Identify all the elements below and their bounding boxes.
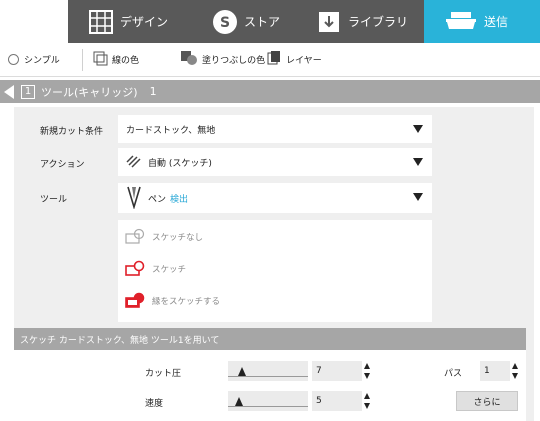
grid-icon xyxy=(88,9,114,35)
tool-value: ペン xyxy=(148,194,167,205)
spin-down-icon[interactable] xyxy=(364,403,370,409)
more-button-label: さらに xyxy=(473,397,501,408)
sketch-settings-header: スケッチ カードストック、無地 ツール1を用いて xyxy=(14,328,526,350)
tool-header-index: 1 xyxy=(149,85,157,98)
speed-stepper[interactable] xyxy=(364,391,372,411)
tool-number-badge: 1 xyxy=(21,84,35,99)
tab-design-label: デザイン xyxy=(120,15,169,29)
option-sketch-label: スケッチ xyxy=(152,265,187,275)
back-arrow-icon[interactable] xyxy=(4,84,14,99)
chevron-down-icon xyxy=(413,193,423,201)
spin-down-icon[interactable] xyxy=(512,373,518,379)
option-no-sketch[interactable]: スケッチなし xyxy=(124,228,203,246)
material-value: カードストック、無地 xyxy=(126,125,216,136)
action-value: 自動 (スケッチ) xyxy=(148,158,212,169)
spin-up-icon[interactable] xyxy=(512,363,518,369)
spin-up-icon[interactable] xyxy=(364,363,370,369)
passes-label: パス xyxy=(444,369,463,379)
material-label: 新規カット条件 xyxy=(40,127,104,137)
svg-text:S: S xyxy=(220,15,230,31)
speed-value: 5 xyxy=(316,396,322,406)
pen-icon xyxy=(126,185,142,212)
pressure-stepper[interactable] xyxy=(364,361,372,381)
top-navigation: デザイン S ストア ライブラリ 送信 xyxy=(0,0,540,43)
line-color-icon xyxy=(92,50,108,69)
fill-color-icon xyxy=(180,50,198,69)
divider xyxy=(82,49,83,71)
pressure-value: 7 xyxy=(316,366,322,376)
pressure-slider[interactable] xyxy=(228,361,308,381)
action-dropdown[interactable]: 自動 (スケッチ) xyxy=(118,148,432,176)
tab-library-label: ライブラリ xyxy=(348,15,409,29)
no-sketch-icon xyxy=(124,228,148,246)
fill-color-tab[interactable]: 塗りつぶしの色 xyxy=(180,43,265,76)
fill-color-label: 塗りつぶしの色 xyxy=(202,56,266,66)
passes-stepper[interactable] xyxy=(512,361,520,381)
library-download-icon xyxy=(316,9,342,35)
option-sketch-edge-label: 縁をスケッチする xyxy=(152,297,221,307)
cutter-send-icon xyxy=(444,9,478,35)
line-color-label: 線の色 xyxy=(112,56,140,66)
layer-tab[interactable]: レイヤー xyxy=(266,43,322,76)
detect-link[interactable]: 検出 xyxy=(170,192,188,205)
tab-design[interactable]: デザイン xyxy=(88,0,198,43)
slider-thumb[interactable] xyxy=(238,367,246,376)
tab-send[interactable]: 送信 xyxy=(424,0,540,43)
tab-store-label: ストア xyxy=(244,15,281,29)
tool-label: ツール xyxy=(40,195,68,205)
pressure-label: カット圧 xyxy=(145,369,182,379)
radio-button[interactable] xyxy=(8,54,19,65)
auto-sketch-icon xyxy=(126,154,142,171)
layer-icon xyxy=(266,50,282,69)
speed-slider[interactable] xyxy=(228,391,308,411)
tab-store[interactable]: S ストア xyxy=(212,0,312,43)
passes-value-field[interactable]: 1 xyxy=(480,361,510,381)
action-value-wrap: 自動 (スケッチ) xyxy=(126,154,212,171)
slider-track xyxy=(228,406,308,407)
tool-header-title: ツール(キャリッジ) xyxy=(41,85,138,99)
action-label: アクション xyxy=(40,160,85,170)
simple-mode-label: シンプル xyxy=(24,56,60,66)
mode-bar: シンプル 線の色 塗りつぶしの色 レイヤー xyxy=(0,43,540,77)
chevron-down-icon xyxy=(413,125,423,133)
material-dropdown[interactable]: カードストック、無地 xyxy=(118,115,432,143)
sketch-settings-header-text: スケッチ カードストック、無地 ツール1を用いて xyxy=(20,335,220,346)
simple-mode-option[interactable]: シンプル xyxy=(8,43,60,76)
spin-up-icon[interactable] xyxy=(364,393,370,399)
speed-label: 速度 xyxy=(145,399,164,409)
spin-down-icon[interactable] xyxy=(364,373,370,379)
line-color-tab[interactable]: 線の色 xyxy=(92,43,139,76)
tab-library[interactable]: ライブラリ xyxy=(316,0,421,43)
sketch-options-list: スケッチなし スケッチ 縁をスケッチする xyxy=(118,220,432,322)
sketch-icon xyxy=(124,260,148,278)
option-no-sketch-label: スケッチなし xyxy=(152,233,204,243)
passes-value: 1 xyxy=(484,366,490,376)
tool-dropdown[interactable]: ペン 検出 xyxy=(118,183,432,213)
store-s-icon: S xyxy=(212,9,238,35)
tool-value-wrap: ペン 検出 xyxy=(126,185,188,212)
pressure-value-field[interactable]: 7 xyxy=(312,361,362,381)
sketch-edge-icon xyxy=(124,292,148,310)
slider-thumb[interactable] xyxy=(235,397,243,406)
layer-label: レイヤー xyxy=(286,56,322,66)
tool-header-bar: 1 ツール(キャリッジ) 1 xyxy=(0,80,540,103)
option-sketch[interactable]: スケッチ xyxy=(124,260,186,278)
tab-send-label: 送信 xyxy=(484,15,509,29)
chevron-down-icon xyxy=(413,158,423,166)
more-button[interactable]: さらに xyxy=(456,391,518,411)
speed-value-field[interactable]: 5 xyxy=(312,391,362,411)
slider-track xyxy=(228,376,308,377)
option-sketch-edge[interactable]: 縁をスケッチする xyxy=(124,292,220,310)
